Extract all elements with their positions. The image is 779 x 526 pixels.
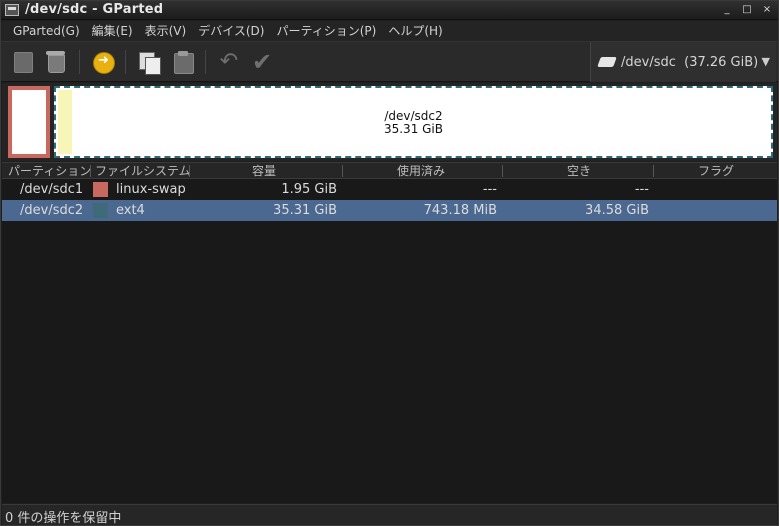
filesystem-cell: linux-swap bbox=[116, 182, 186, 197]
unused-cell: 34.58 GiB bbox=[585, 203, 649, 218]
new-icon[interactable] bbox=[11, 50, 35, 74]
minimize-button[interactable]: _ bbox=[722, 3, 732, 17]
partition-table: /dev/sdc1 linux-swap 1.95 GiB --- --- /d… bbox=[2, 179, 777, 503]
size-cell: 1.95 GiB bbox=[281, 182, 337, 197]
column-header-unused[interactable]: 空き bbox=[567, 163, 591, 179]
menu-view[interactable]: 表示(V) bbox=[139, 21, 193, 41]
close-button[interactable]: × bbox=[762, 3, 772, 17]
partition-cell: /dev/sdc2 bbox=[20, 203, 84, 218]
menu-partition[interactable]: パーティション(P) bbox=[270, 21, 382, 41]
apply-icon[interactable]: ✔ bbox=[250, 50, 274, 74]
delete-icon[interactable] bbox=[44, 50, 68, 74]
toolbar: ↶ ✔ /dev/sdc (37.26 GiB) ▼ bbox=[1, 41, 778, 82]
disk-map: /dev/sdc2 35.31 GiB bbox=[2, 83, 777, 161]
column-separator bbox=[90, 165, 91, 177]
undo-icon[interactable]: ↶ bbox=[217, 50, 241, 74]
size-cell: 35.31 GiB bbox=[273, 203, 337, 218]
gparted-window: /dev/sdc - GParted _ □ × GParted(G) 編集(E… bbox=[0, 0, 779, 526]
filesystem-color-swatch bbox=[93, 203, 108, 218]
device-label: /dev/sdc (37.26 GiB) bbox=[621, 54, 759, 70]
menu-edit[interactable]: 編集(E) bbox=[86, 21, 139, 41]
paste-icon[interactable] bbox=[171, 50, 195, 74]
dropdown-arrow-icon: ▼ bbox=[761, 55, 770, 68]
pending-operations-status: 0 件の操作を保留中 bbox=[5, 511, 122, 526]
column-header-partition[interactable]: パーティション bbox=[8, 163, 91, 179]
menu-bar: GParted(G) 編集(E) 表示(V) デバイス(D) パーティション(P… bbox=[1, 21, 778, 41]
used-cell: 743.18 MiB bbox=[423, 203, 497, 218]
status-bar: 0 件の操作を保留中 bbox=[2, 504, 777, 526]
resize-move-icon[interactable] bbox=[91, 50, 115, 74]
menu-gparted[interactable]: GParted(G) bbox=[7, 21, 86, 41]
filesystem-color-swatch bbox=[93, 182, 108, 197]
column-header-flags[interactable]: フラグ bbox=[698, 163, 734, 179]
partition-block-sdc1[interactable] bbox=[8, 86, 50, 158]
partition-table-header: パーティション ファイルシステム 容量 使用済み 空き フラグ bbox=[2, 162, 777, 179]
toolbar-separator bbox=[125, 50, 126, 74]
table-row[interactable]: /dev/sdc1 linux-swap 1.95 GiB --- --- bbox=[2, 179, 777, 200]
column-separator bbox=[189, 165, 190, 177]
column-header-filesystem[interactable]: ファイルシステム bbox=[95, 163, 191, 179]
app-icon bbox=[5, 4, 19, 16]
column-header-used[interactable]: 使用済み bbox=[397, 163, 445, 179]
column-header-size[interactable]: 容量 bbox=[252, 163, 276, 179]
filesystem-cell: ext4 bbox=[116, 203, 145, 218]
column-separator bbox=[342, 165, 343, 177]
window-title: /dev/sdc - GParted bbox=[25, 2, 164, 17]
table-row[interactable]: /dev/sdc2 ext4 35.31 GiB 743.18 MiB 34.5… bbox=[2, 200, 777, 221]
menu-help[interactable]: ヘルプ(H) bbox=[382, 21, 448, 41]
unused-cell: --- bbox=[634, 182, 649, 197]
partition-block-size: 35.31 GiB bbox=[383, 122, 444, 136]
disk-icon bbox=[597, 57, 617, 67]
partition-cell: /dev/sdc1 bbox=[20, 182, 84, 197]
menu-device[interactable]: デバイス(D) bbox=[192, 21, 270, 41]
maximize-button[interactable]: □ bbox=[742, 3, 752, 17]
device-selector[interactable]: /dev/sdc (37.26 GiB) ▼ bbox=[590, 42, 776, 82]
column-separator bbox=[502, 165, 503, 177]
partition-block-sdc2[interactable]: /dev/sdc2 35.31 GiB bbox=[54, 86, 773, 158]
used-cell: --- bbox=[482, 182, 497, 197]
toolbar-separator bbox=[205, 50, 206, 74]
column-separator bbox=[653, 165, 654, 177]
copy-icon[interactable] bbox=[137, 50, 161, 75]
title-bar: /dev/sdc - GParted _ □ × bbox=[1, 1, 778, 20]
toolbar-separator bbox=[79, 50, 80, 74]
